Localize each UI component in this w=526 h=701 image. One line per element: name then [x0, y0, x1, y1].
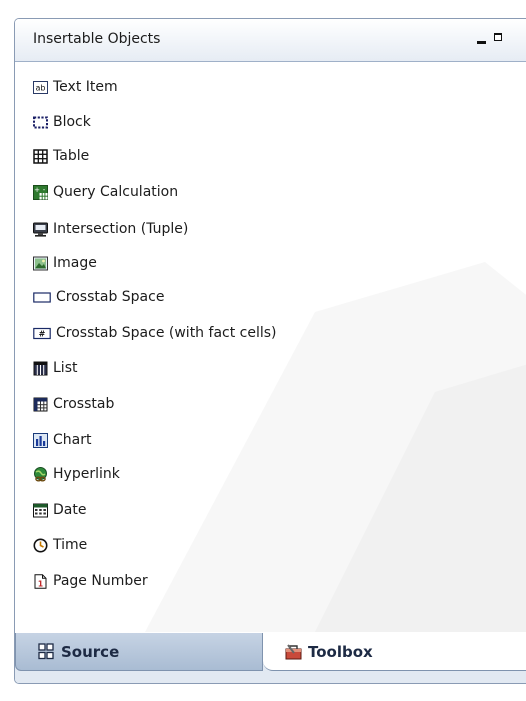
panel-titlebar: Insertable Objects	[15, 19, 526, 62]
svg-text:1: 1	[38, 579, 43, 588]
image-icon	[33, 256, 48, 270]
tab-source-label: Source	[61, 642, 120, 661]
list-item-crosstab[interactable]: Crosstab	[33, 392, 114, 416]
list-item-list[interactable]: List	[33, 356, 77, 380]
intersection-icon	[33, 222, 48, 237]
svg-text:ab: ab	[36, 83, 46, 92]
list-item-image[interactable]: Image	[33, 251, 97, 275]
list-item-date[interactable]: Date	[33, 498, 86, 522]
time-icon	[33, 538, 48, 552]
query-calculation-icon: + -	[33, 184, 48, 200]
list-item-label: Date	[53, 502, 87, 518]
list-item-block[interactable]: Block	[33, 110, 91, 134]
list-item-crosstab-space[interactable]: Crosstab Space	[33, 285, 164, 309]
list-item-page-number[interactable]: 1 Page Number	[33, 569, 148, 593]
list-item-label: Crosstab	[53, 396, 115, 412]
minimize-button[interactable]	[477, 41, 486, 44]
crosstab-icon	[33, 397, 48, 411]
list-item-label: Crosstab Space	[56, 289, 165, 305]
list-item-chart[interactable]: Chart	[33, 428, 91, 452]
svg-text:+: +	[34, 186, 40, 194]
crosstab-space-fact-icon: #	[33, 327, 51, 339]
list-item-label: Chart	[53, 432, 92, 448]
insertable-objects-panel: Insertable Objects ab Text Item Block Ta…	[14, 18, 526, 684]
tab-source[interactable]: Source	[15, 633, 263, 671]
list-item-crosstab-space-fact-cells[interactable]: # Crosstab Space (with fact cells)	[33, 321, 277, 345]
list-item-label: Block	[53, 114, 91, 130]
page-number-icon: 1	[34, 573, 47, 589]
list-item-label: Intersection (Tuple)	[53, 221, 189, 237]
panel-title: Insertable Objects	[33, 31, 161, 47]
list-item-label: List	[53, 360, 78, 376]
maximize-button[interactable]	[494, 33, 502, 41]
insertable-objects-list: ab Text Item Block Table + - Query Calcu…	[15, 62, 526, 632]
list-item-label: Query Calculation	[53, 184, 179, 200]
list-item-label: Time	[53, 537, 88, 553]
source-tree-icon	[38, 643, 54, 660]
tab-toolbox-label: Toolbox	[308, 642, 373, 661]
list-item-label: Crosstab Space (with fact cells)	[56, 325, 277, 341]
table-icon	[33, 148, 48, 164]
list-item-label: Image	[53, 255, 97, 271]
date-icon	[33, 503, 48, 517]
list-icon	[33, 361, 48, 375]
list-item-label: Hyperlink	[53, 466, 120, 482]
list-item-hyperlink[interactable]: Hyperlink	[33, 462, 120, 486]
text-item-icon: ab	[33, 80, 48, 94]
list-item-label: Text Item	[53, 79, 118, 95]
list-item-text-item[interactable]: ab Text Item	[33, 75, 118, 99]
toolbox-icon	[285, 644, 302, 660]
block-icon	[33, 116, 48, 128]
crosstab-space-icon	[33, 291, 51, 303]
list-item-table[interactable]: Table	[33, 144, 89, 168]
chart-icon	[33, 432, 48, 448]
list-item-time[interactable]: Time	[33, 533, 87, 557]
list-item-intersection[interactable]: Intersection (Tuple)	[33, 217, 188, 241]
list-item-label: Table	[53, 148, 90, 164]
list-item-label: Page Number	[53, 573, 148, 589]
hyperlink-icon	[34, 466, 47, 481]
list-item-query-calculation[interactable]: + - Query Calculation	[33, 180, 178, 204]
svg-text:#: #	[39, 329, 46, 338]
tab-toolbox[interactable]: Toolbox	[263, 633, 526, 671]
watermark-decoration	[145, 262, 526, 632]
panel-tabbar: Source Toolbox	[15, 633, 526, 683]
